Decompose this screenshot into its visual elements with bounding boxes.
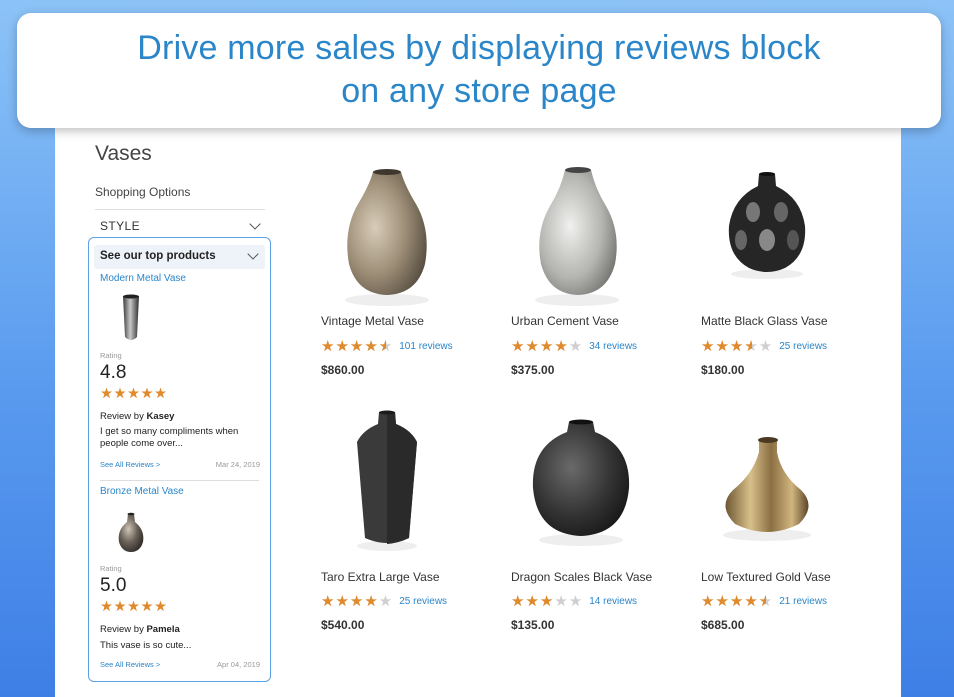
style-filter[interactable]: STYLE (95, 209, 265, 239)
reviews-link[interactable]: 14 reviews (589, 596, 637, 607)
review-by-label: Review by (100, 411, 144, 422)
modern-metal-vase-thumbnail (123, 294, 139, 340)
divider (100, 480, 259, 481)
product-rating: ★★★★★★★★★★ 101 reviews (321, 337, 453, 355)
urban-cement-vase-image (535, 167, 619, 306)
star-rating: ★★★★★★★★★★ (321, 338, 394, 355)
style-filter-label: STYLE (100, 219, 141, 233)
chevron-down-icon (249, 218, 261, 230)
banner-headline-line-1: Drive more sales by displaying reviews b… (137, 29, 821, 67)
product-rating: ★★★★★★★★★★ 25 reviews (701, 337, 827, 355)
chevron-down-icon (247, 248, 259, 260)
product-rating: ★★★★★★★★★★ 21 reviews (701, 592, 827, 610)
review-date: Mar 24, 2019 (215, 460, 260, 469)
promo-banner: Drive more sales by displaying reviews b… (17, 13, 941, 128)
product-name[interactable]: Low Textured Gold Vase (701, 570, 831, 584)
see-all-reviews-link[interactable]: See All Reviews > (100, 660, 160, 669)
product-name[interactable]: Urban Cement Vase (511, 314, 619, 328)
page-title: Vases (95, 142, 152, 165)
widget-product-link[interactable]: Modern Metal Vase (100, 273, 260, 284)
rating-stars: ★★★★★ (100, 386, 168, 402)
review-text: I get so many compliments when people co… (100, 426, 239, 449)
reviews-link[interactable]: 34 reviews (589, 341, 637, 352)
widget-item: Bronze Metal Vase Rating 5.0 ★★★★★ Revie… (100, 486, 260, 676)
review-by-label: Review by (100, 624, 144, 635)
taro-extra-large-vase-image (357, 410, 417, 551)
product-price: $375.00 (511, 363, 555, 377)
top-products-header[interactable]: See our top products (94, 245, 265, 269)
widget-product-link[interactable]: Bronze Metal Vase (100, 486, 260, 497)
star-rating: ★★★★★★★★★★ (701, 593, 774, 610)
shopping-options-label: Shopping Options (95, 185, 191, 199)
bronze-metal-vase-thumbnail (118, 512, 144, 552)
product-price: $540.00 (321, 618, 365, 632)
star-rating: ★★★★★★★★★★ (511, 338, 584, 355)
star-rating: ★★★★★★★★★★ (511, 593, 584, 610)
dragon-scales-black-vase-image (532, 419, 630, 546)
reviews-link[interactable]: 25 reviews (779, 341, 827, 352)
star-rating: ★★★★★★★★★★ (321, 593, 394, 610)
rating-value: 4.8 (100, 362, 127, 383)
product-name[interactable]: Matte Black Glass Vase (701, 314, 828, 328)
product-name[interactable]: Taro Extra Large Vase (321, 570, 440, 584)
product-rating: ★★★★★★★★★★ 34 reviews (511, 337, 637, 355)
reviews-link[interactable]: 21 reviews (779, 596, 827, 607)
product-price: $685.00 (701, 618, 745, 632)
reviewer-name: Kasey (146, 411, 175, 422)
top-products-heading: See our top products (100, 250, 216, 262)
product-name[interactable]: Vintage Metal Vase (321, 314, 424, 328)
rating-value: 5.0 (100, 575, 127, 596)
reviews-link[interactable]: 101 reviews (399, 341, 452, 352)
store-page: Vases Shopping Options STYLE See our top… (55, 100, 901, 697)
top-products-widget: See our top products Modern Metal Vase R… (88, 237, 271, 682)
product-rating: ★★★★★★★★★★ 14 reviews (511, 592, 637, 610)
see-all-reviews-link[interactable]: See All Reviews > (100, 460, 160, 469)
widget-item: Modern Metal Vase Rating 4.8 ★★★★★ Revie… (100, 273, 260, 478)
star-rating: ★★★★★★★★★★ (701, 338, 774, 355)
product-price: $180.00 (701, 363, 745, 377)
vintage-metal-vase-image (345, 169, 429, 306)
low-textured-gold-vase-image (723, 437, 811, 541)
product-name[interactable]: Dragon Scales Black Vase (511, 570, 652, 584)
review-by: Review by Kasey (100, 411, 174, 422)
review-text: This vase is so cute... (100, 640, 192, 651)
product-rating: ★★★★★★★★★★ 25 reviews (321, 592, 447, 610)
rating-label: Rating (100, 351, 122, 360)
banner-headline-line-2: on any store page (341, 72, 617, 110)
matte-black-glass-vase-image (728, 172, 806, 279)
rating-label: Rating (100, 564, 122, 573)
product-price: $860.00 (321, 363, 365, 377)
reviewer-name: Pamela (146, 624, 180, 635)
rating-stars: ★★★★★ (100, 599, 168, 615)
review-by: Review by Pamela (100, 624, 180, 635)
review-date: Apr 04, 2019 (217, 660, 260, 669)
product-price: $135.00 (511, 618, 555, 632)
reviews-link[interactable]: 25 reviews (399, 596, 447, 607)
